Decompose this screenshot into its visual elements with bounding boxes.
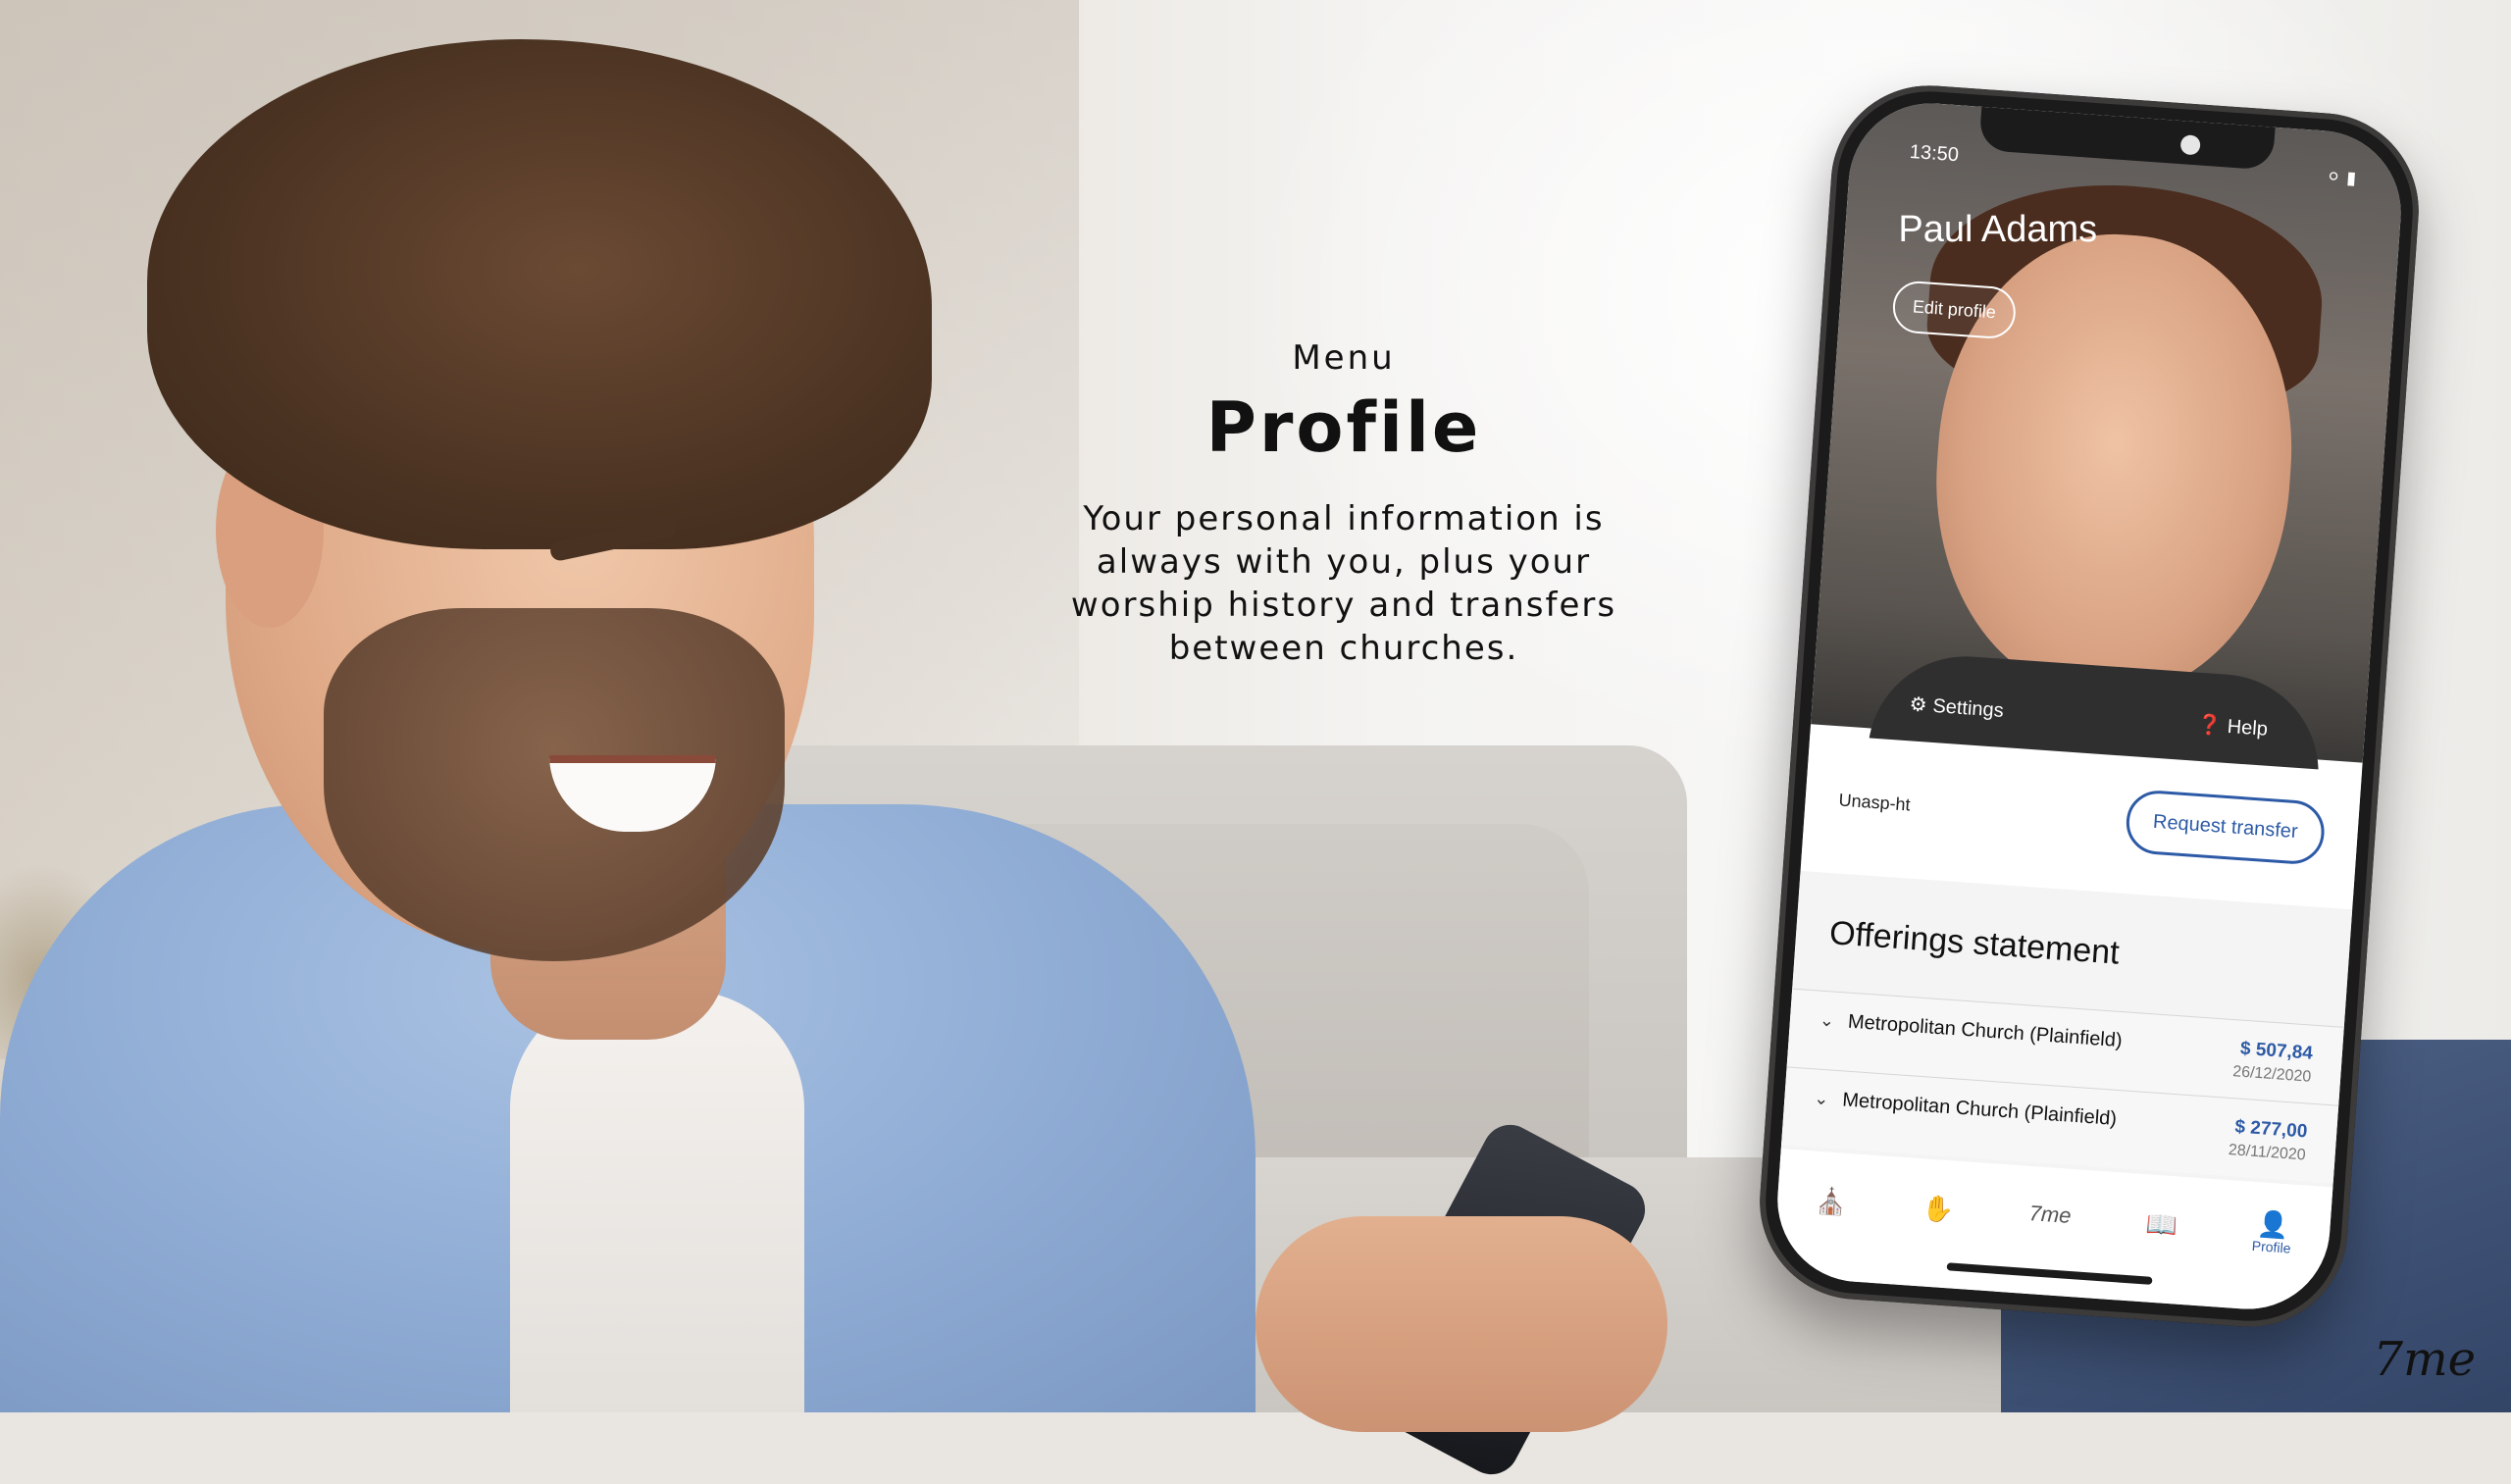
brand-logo: 7me (2373, 1332, 2476, 1387)
feature-copy: Menu Profile Your personal information i… (1010, 338, 1677, 670)
tab-church[interactable]: ⛪ (1815, 1186, 1848, 1217)
phone-notch (1978, 106, 2276, 171)
person-hand (1256, 1216, 1667, 1432)
offering-item-right: $ 277,00 28/11/2020 (2228, 1116, 2308, 1164)
tab-bible[interactable]: 📖 (2145, 1208, 2178, 1240)
tab-home[interactable]: 7me (2027, 1201, 2073, 1233)
phone-mockup: 13:50 ⚪ ▮ Paul Adams Edit profile ⚙ Setti… (1753, 78, 2426, 1334)
gear-icon: ⚙ (1908, 693, 1928, 717)
help-label: Help (2227, 715, 2269, 741)
book-icon: 📖 (2144, 1208, 2179, 1241)
offering-date: 26/12/2020 (2231, 1063, 2312, 1086)
chevron-down-icon: ⌄ (1819, 1009, 1835, 1031)
help-link[interactable]: ❓ Help (2196, 712, 2269, 742)
status-time: 13:50 (1909, 140, 1960, 167)
feature-title: Profile (1205, 387, 1482, 468)
offerings-title: Offerings statement (1827, 914, 2121, 972)
offering-item-left: ⌄ Metropolitan Church (Plainfield) (1819, 1009, 2123, 1053)
help-icon: ❓ (2196, 713, 2223, 738)
offering-item-left: ⌄ Metropolitan Church (Plainfield) (1814, 1087, 2118, 1131)
settings-label: Settings (1931, 694, 2005, 722)
tab-profile[interactable]: 👤 Profile (2251, 1208, 2293, 1256)
profile-hero: 13:50 ⚪ ▮ Paul Adams Edit profile ⚙ Setti… (1811, 97, 2407, 780)
status-icons: ⚪ ▮ (2326, 167, 2357, 189)
wifi-icon: ⚪ (2325, 166, 2342, 188)
feature-eyebrow: Menu (1292, 338, 1396, 378)
camera-icon (2179, 134, 2201, 156)
chevron-down-icon: ⌄ (1813, 1088, 1830, 1109)
person-icon: 👤 (2256, 1208, 2290, 1241)
7me-logo-icon: 7me (2027, 1201, 2073, 1228)
feature-description: Your personal information is always with… (1070, 499, 1617, 668)
profile-name: Paul Adams (1898, 209, 2098, 251)
current-church: Unasp-ht (1838, 789, 1912, 814)
offering-church: Metropolitan Church (Plainfield) (1847, 1010, 2124, 1052)
church-icon: ⛪ (1814, 1185, 1848, 1217)
offering-amount: $ 507,84 (2239, 1038, 2314, 1064)
offering-church: Metropolitan Church (Plainfield) (1841, 1089, 2118, 1130)
offering-item-right: $ 507,84 26/12/2020 (2232, 1038, 2314, 1086)
phone-screen: 13:50 ⚪ ▮ Paul Adams Edit profile ⚙ Setti… (1771, 97, 2407, 1315)
praying-hands-icon: ✋ (1921, 1193, 1955, 1225)
person-tshirt (510, 991, 804, 1412)
offering-amount: $ 277,00 (2233, 1116, 2308, 1143)
battery-icon: ▮ (2345, 168, 2357, 189)
tab-profile-label: Profile (2251, 1237, 2292, 1256)
tab-prayer[interactable]: ✋ (1922, 1193, 1955, 1224)
offering-date: 28/11/2020 (2228, 1142, 2307, 1164)
request-transfer-button[interactable]: Request transfer (2124, 788, 2327, 866)
edit-profile-button[interactable]: Edit profile (1891, 280, 2018, 340)
